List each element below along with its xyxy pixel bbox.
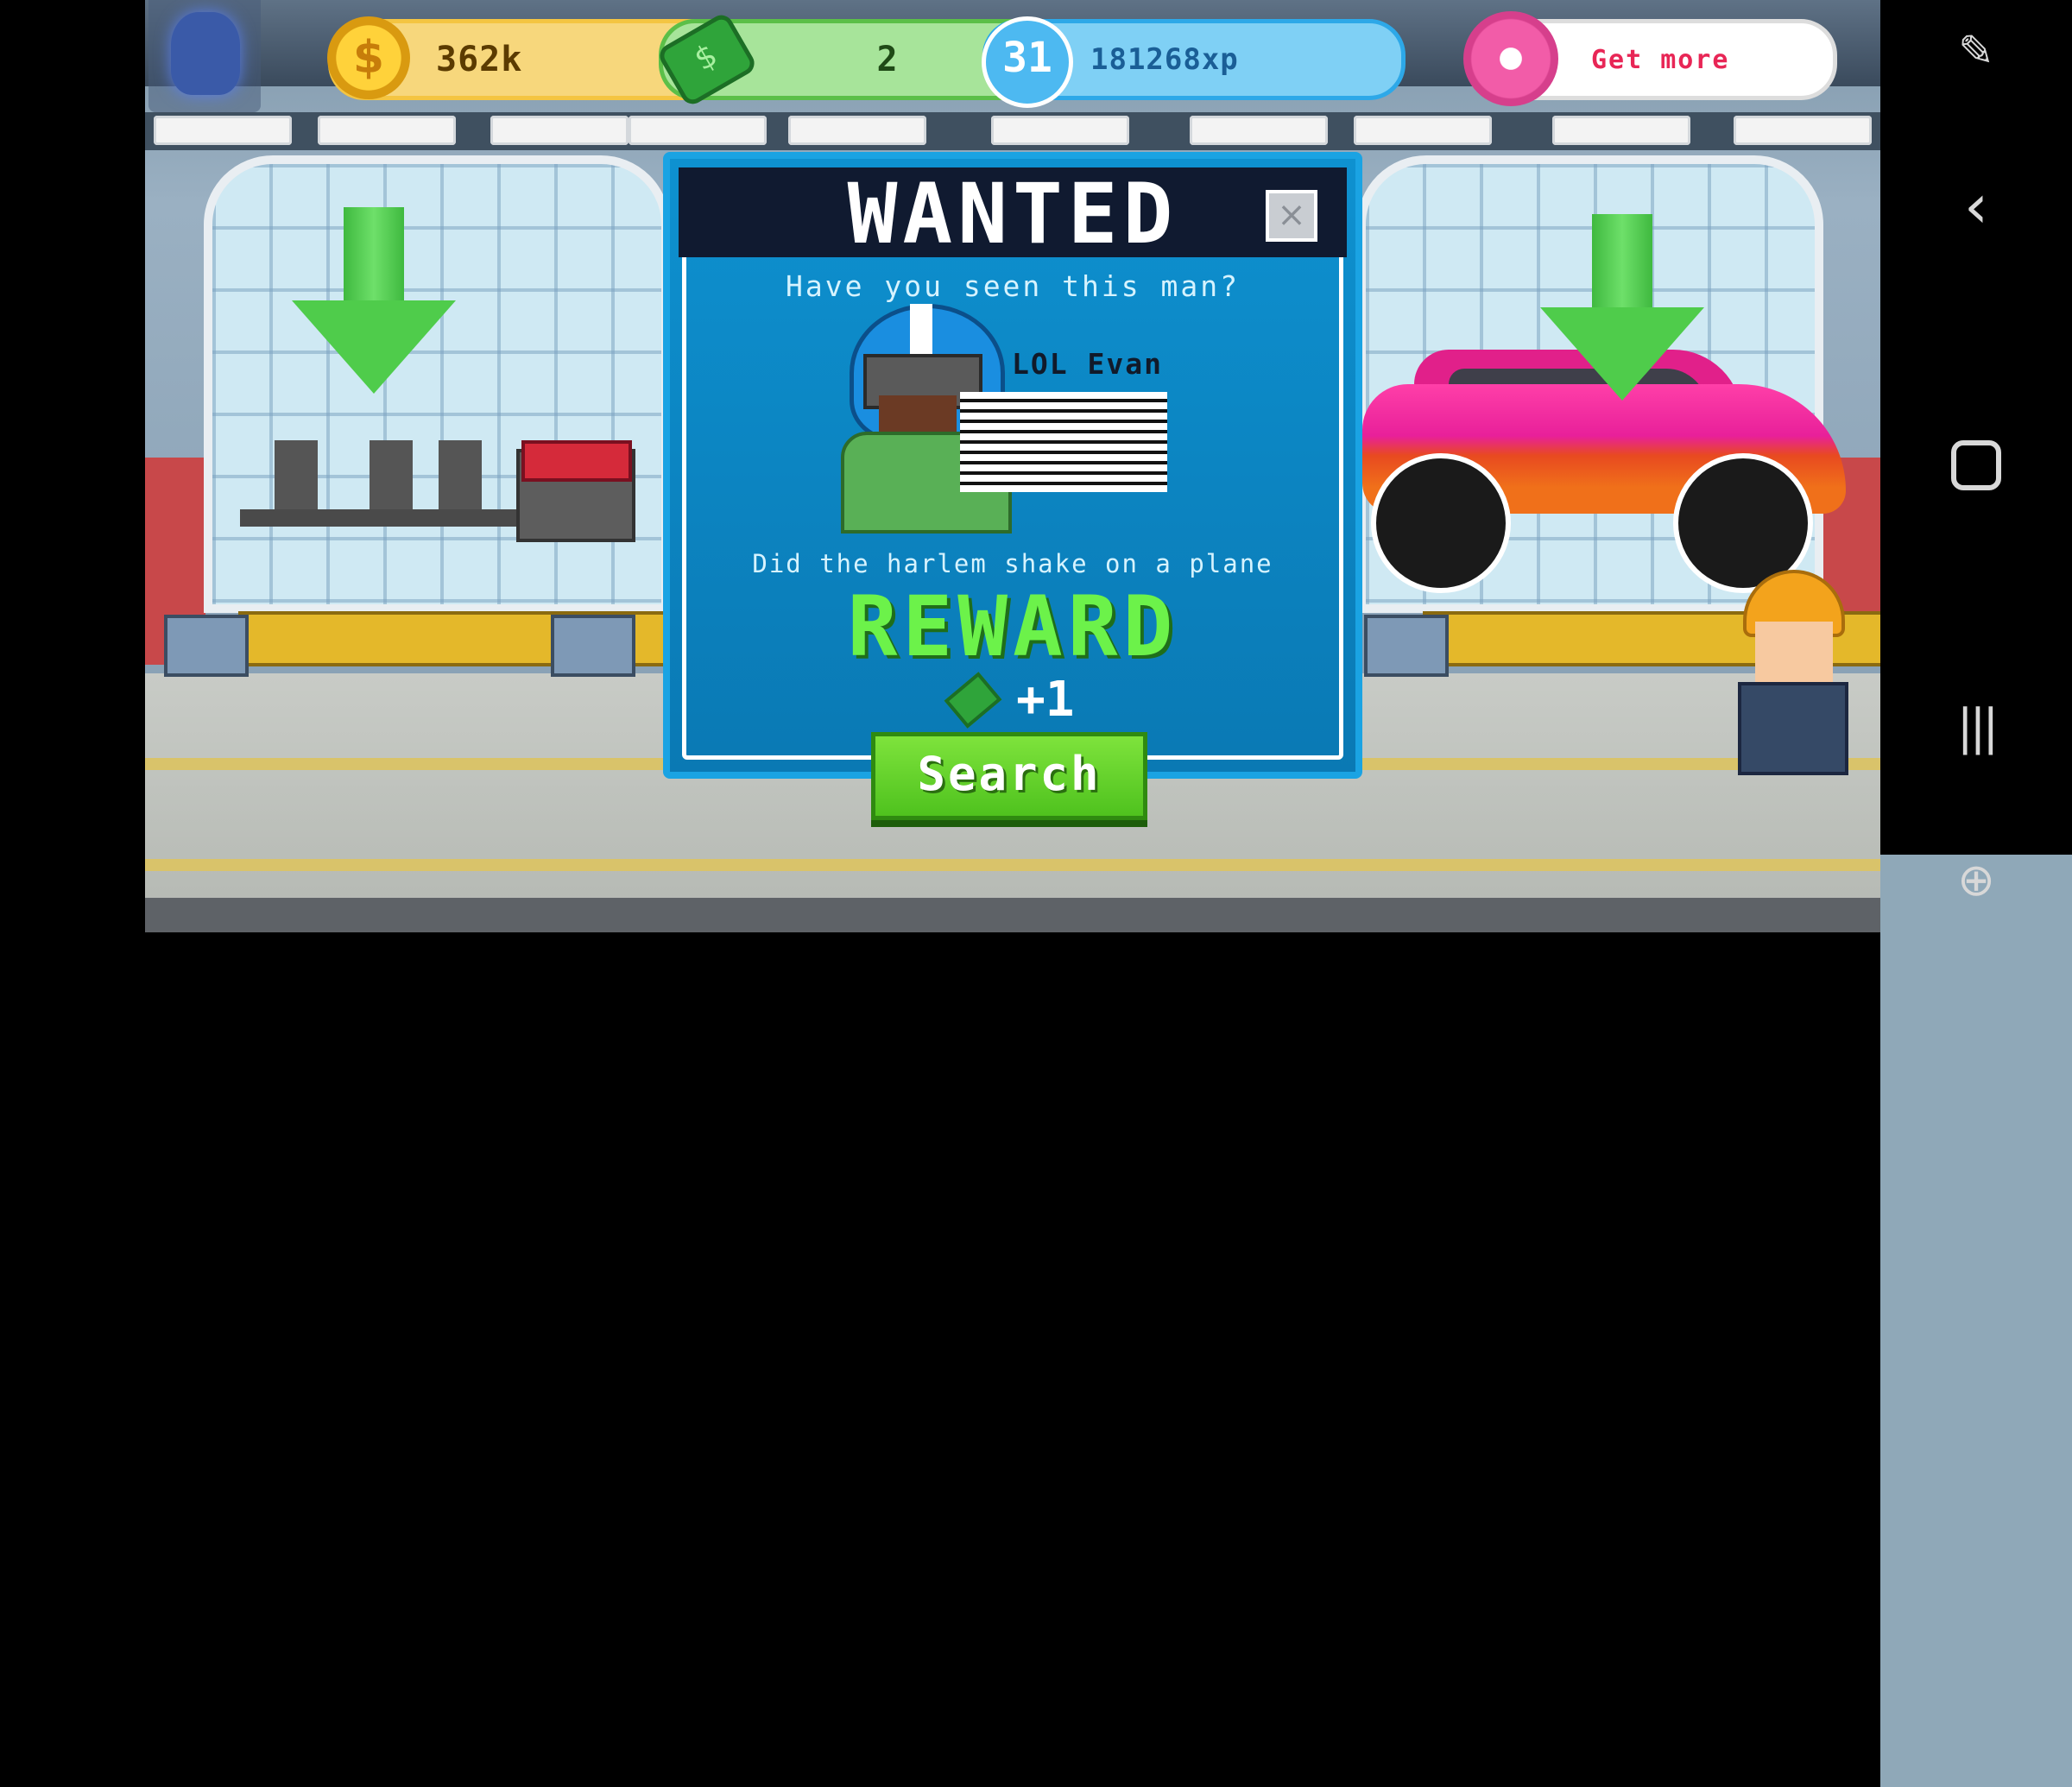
reward-title: REWARD <box>847 578 1178 675</box>
avatar-icon <box>171 12 240 95</box>
seat-part <box>439 440 482 509</box>
rail-cap <box>551 615 635 677</box>
dialog-header: WANTED <box>679 166 1347 262</box>
seat-part <box>370 440 413 509</box>
xp-value: 181268xp <box>1090 42 1239 77</box>
floor-line <box>145 859 1880 871</box>
ceiling-light <box>629 116 767 145</box>
down-arrow-icon[interactable] <box>292 207 456 397</box>
home-icon[interactable] <box>1880 440 2072 494</box>
coins-value: 362k <box>436 40 523 79</box>
ceiling-light <box>1190 116 1328 145</box>
donut-icon <box>1463 11 1558 106</box>
wanted-question: Have you seen this man? <box>786 269 1240 303</box>
floor-edge <box>145 898 1880 932</box>
level-badge: 31 <box>982 16 1073 108</box>
close-button[interactable]: × <box>1266 190 1317 242</box>
arrow-shaft <box>344 207 404 302</box>
wheel-arch <box>1371 453 1511 593</box>
seat-part <box>275 440 318 509</box>
mechanic-character[interactable] <box>1729 570 1859 786</box>
ceiling-light <box>490 116 629 145</box>
ceiling-light <box>318 116 456 145</box>
donut-counter[interactable]: Get more <box>1463 11 1837 106</box>
back-icon[interactable]: ‹ <box>1880 171 2072 242</box>
ceiling-light <box>991 116 1129 145</box>
arrow-shaft <box>1592 214 1652 309</box>
suspect-name: LOL Evan <box>1012 347 1163 381</box>
car-parts[interactable] <box>162 406 635 542</box>
assistant-icon[interactable]: ✎ <box>1880 26 2072 76</box>
arrow-head <box>1540 307 1704 401</box>
mechanic-face <box>1755 622 1833 682</box>
reward-row: +1 <box>670 671 1355 729</box>
chassis-frame <box>240 509 525 527</box>
game-tools-icon[interactable]: ⊕ <box>1880 855 2072 1787</box>
get-more-label[interactable]: Get more <box>1591 45 1730 75</box>
ceiling-light <box>1734 116 1872 145</box>
xp-counter[interactable]: 31 181268xp <box>982 16 1406 108</box>
ceiling-light <box>788 116 926 145</box>
dialog-title: WANTED <box>847 166 1178 262</box>
rail-cap <box>1364 615 1449 677</box>
rail-cap <box>164 615 249 677</box>
cash-icon <box>944 671 1002 729</box>
ceiling-light <box>1552 116 1690 145</box>
down-arrow-icon[interactable] <box>1540 214 1704 404</box>
arrow-head <box>292 300 456 394</box>
recents-icon[interactable]: ||| <box>1880 699 2072 755</box>
redacted-info <box>960 392 1167 492</box>
reward-amount: +1 <box>1016 672 1075 728</box>
ceiling-light <box>154 116 292 145</box>
system-nav-bar: ✎ ‹ ||| ⊕ <box>1880 0 2072 1787</box>
coin-icon: $ <box>327 16 410 99</box>
wanted-dialog: WANTED × Have you seen this man? LOL Eva… <box>663 152 1362 779</box>
player-avatar-button[interactable] <box>148 0 261 112</box>
suspect-crime: Did the harlem shake on a plane <box>752 549 1273 578</box>
engine-cover <box>521 440 632 482</box>
mechanic-overalls <box>1738 682 1848 775</box>
suspect-face <box>879 395 957 433</box>
search-button[interactable]: Search <box>871 732 1147 820</box>
ceiling-light <box>1354 116 1492 145</box>
cash-value: 2 <box>876 40 899 79</box>
